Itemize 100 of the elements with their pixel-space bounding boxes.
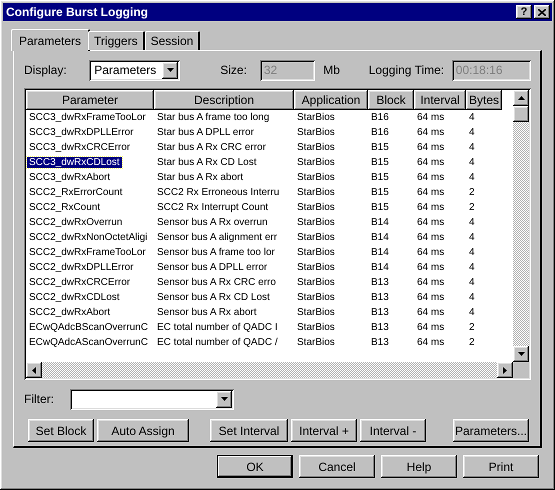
dialog-button[interactable]: Help — [381, 455, 457, 478]
up-arrow-icon — [518, 96, 524, 100]
tab[interactable]: Parameters — [11, 29, 90, 51]
unit-label: Mb — [323, 63, 341, 77]
scroll-left-button[interactable] — [26, 362, 42, 378]
table-cell-text: 64 ms — [416, 111, 446, 125]
table-cell-text: StarBios — [296, 141, 336, 155]
action-button[interactable]: Set Interval — [210, 419, 288, 442]
table-cell-text: B14 — [370, 216, 390, 230]
table-cell[interactable]: SCC2_dwRxCDLost — [27, 292, 122, 303]
column-header[interactable]: Application — [294, 90, 368, 110]
table-cell-text: 4 — [468, 156, 476, 170]
table-cell-text: 64 ms — [416, 306, 446, 320]
table-cell-text: StarBios — [296, 321, 336, 335]
table-cell-text: 4 — [468, 171, 476, 185]
table-cell-text: Sensor bus A Rx abort — [156, 306, 258, 320]
filter-dropdown[interactable] — [70, 388, 234, 410]
table-cell-text: EC total number of QADC I — [156, 321, 279, 335]
table-cell-text: B13 — [370, 291, 390, 305]
table-cell-text: StarBios — [296, 111, 336, 125]
table-cell[interactable]: SCC3_dwRxFrameTooLor — [27, 112, 148, 123]
table-cell-text: 2 — [468, 186, 476, 200]
table-cell[interactable]: SCC2_dwRxFrameTooLor — [27, 247, 148, 258]
display-dropdown[interactable]: Parameters — [89, 60, 180, 80]
table-cell-text: StarBios — [296, 291, 336, 305]
table-cell-text: B15 — [370, 141, 390, 155]
table-cell[interactable]: SCC2_dwRxCRCError — [27, 277, 132, 288]
table-cell[interactable]: ECwQAdcAScanOverrunC — [27, 337, 150, 348]
dropdown-arrow-icon — [220, 397, 228, 401]
table-cell-text: Sensor bus A frame too lor — [156, 246, 276, 260]
table-cell-text: StarBios — [296, 276, 336, 290]
action-button[interactable]: Parameters... — [453, 419, 529, 442]
help-button[interactable]: ? — [516, 5, 532, 19]
scroll-up-button[interactable] — [513, 90, 529, 106]
tab[interactable]: Triggers — [88, 31, 145, 50]
table-cell[interactable]: SCC2_dwRxOverrun — [27, 217, 124, 228]
window-title: Configure Burst Logging — [6, 5, 149, 19]
table-cell-text: B15 — [370, 186, 390, 200]
dialog-button[interactable]: Cancel — [299, 455, 375, 478]
action-button[interactable]: Auto Assign — [97, 419, 189, 442]
display-label: Display: — [24, 63, 68, 77]
table-cell-text: B13 — [370, 336, 390, 350]
table-cell[interactable]: ECwQAdcBScanOverrunC — [27, 322, 150, 333]
vertical-scrollbar[interactable] — [513, 90, 529, 362]
table-cell[interactable]: SCC2_dwRxDPLLError — [27, 262, 136, 273]
table-cell-text: B15 — [370, 201, 390, 215]
table-cell-text: B14 — [370, 246, 390, 260]
column-header[interactable]: Interval — [414, 90, 466, 110]
table-cell-text: StarBios — [296, 306, 336, 320]
table-cell[interactable]: SCC3_dwRxCRCError — [27, 142, 132, 153]
table-cell-text: 64 ms — [416, 246, 446, 260]
dialog-button[interactable]: Print — [463, 455, 539, 478]
action-button[interactable]: Set Block — [28, 419, 94, 442]
column-header[interactable]: Description — [154, 90, 294, 110]
table-cell-text: 64 ms — [416, 186, 446, 200]
table-cell-text: 2 — [468, 321, 476, 335]
table-cell-text: B13 — [370, 321, 390, 335]
action-button[interactable]: Interval + — [291, 419, 357, 442]
tab[interactable]: Session — [144, 31, 200, 50]
action-button[interactable]: Interval - — [360, 419, 426, 442]
logging-time-label: Logging Time: — [368, 63, 446, 77]
table-cell-text: Star bus A Rx CRC error — [156, 141, 267, 155]
scroll-right-button[interactable] — [497, 362, 513, 378]
table-cell-text: Sensor bus A DPLL error — [156, 261, 268, 275]
table-cell-text: Sensor bus A alignment err — [156, 231, 278, 245]
table-cell[interactable]: SCC2_dwRxAbort — [27, 307, 112, 318]
table-cell[interactable]: SCC3_dwRxCDLost — [27, 157, 122, 168]
table-cell[interactable]: SCC3_dwRxAbort — [27, 172, 112, 183]
table-cell[interactable]: SCC2_RxCount — [27, 202, 102, 213]
table-cell-text: SCC2 Rx Erroneous Interru — [156, 186, 280, 200]
table-cell-text: B13 — [370, 306, 390, 320]
column-header[interactable]: Bytes — [466, 90, 502, 110]
table-cell-text: 64 ms — [416, 171, 446, 185]
close-button[interactable] — [534, 5, 550, 19]
table-cell-text: 64 ms — [416, 126, 446, 140]
table-cell-text: StarBios — [296, 231, 336, 245]
horizontal-scrollbar[interactable] — [26, 362, 513, 378]
table-cell-text: 64 ms — [416, 336, 446, 350]
scroll-down-button[interactable] — [513, 346, 529, 362]
column-header[interactable]: Parameter — [26, 90, 154, 110]
scroll-thumb[interactable] — [513, 106, 529, 122]
filter-label: Filter: — [24, 392, 55, 406]
table-cell-text: StarBios — [296, 246, 336, 260]
table-cell-text: EC total number of QADC / — [156, 336, 279, 350]
table-cell-text: B15 — [370, 171, 390, 185]
table-cell-text: 4 — [468, 261, 476, 275]
table-cell-text: Star bus A Rx abort — [156, 171, 244, 185]
table-cell[interactable]: SCC2_dwRxNonOctetAligi — [27, 232, 150, 243]
table-cell-text: 4 — [468, 306, 476, 320]
table-cell[interactable]: SCC3_dwRxDPLLError — [27, 127, 136, 138]
table-cell-text: StarBios — [296, 126, 336, 140]
table-cell-text: 64 ms — [416, 261, 446, 275]
close-icon — [538, 8, 546, 16]
table-cell-text: 4 — [468, 246, 476, 260]
column-header[interactable]: Block — [368, 90, 414, 110]
table-cell-text: StarBios — [296, 336, 336, 350]
table-cell-text: B15 — [370, 156, 390, 170]
table-cell-text: Sensor bus A Rx overrun — [156, 216, 269, 230]
dialog-button[interactable]: OK — [217, 455, 293, 478]
table-cell[interactable]: SCC2_RxErrorCount — [27, 187, 124, 198]
